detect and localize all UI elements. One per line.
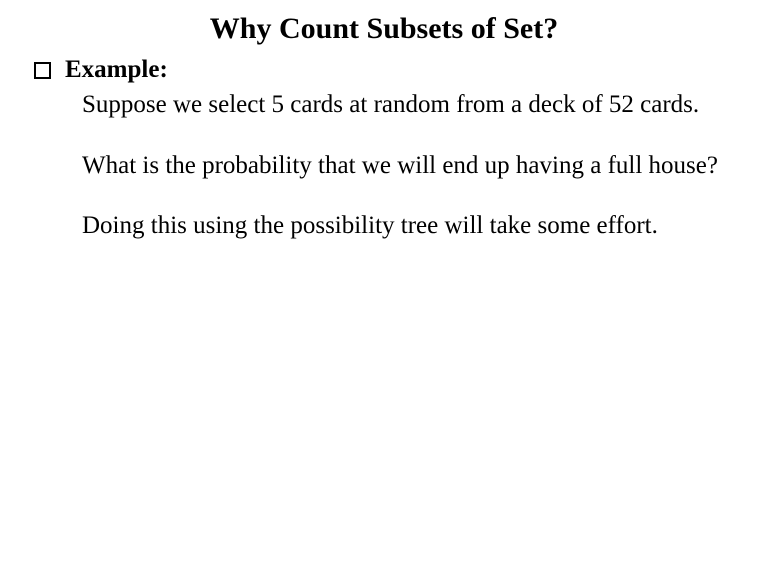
hollow-square-bullet-icon	[34, 62, 51, 79]
bullet-label: Example:	[65, 56, 168, 84]
body-text: Suppose we select 5 cards at random from…	[28, 90, 740, 242]
slide-title: Why Count Subsets of Set?	[28, 12, 740, 46]
paragraph-2: What is the probability that we will end…	[82, 151, 730, 182]
paragraph-3: Doing this using the possibility tree wi…	[82, 211, 730, 242]
bullet-item: Example:	[28, 56, 740, 84]
paragraph-1: Suppose we select 5 cards at random from…	[82, 90, 730, 121]
